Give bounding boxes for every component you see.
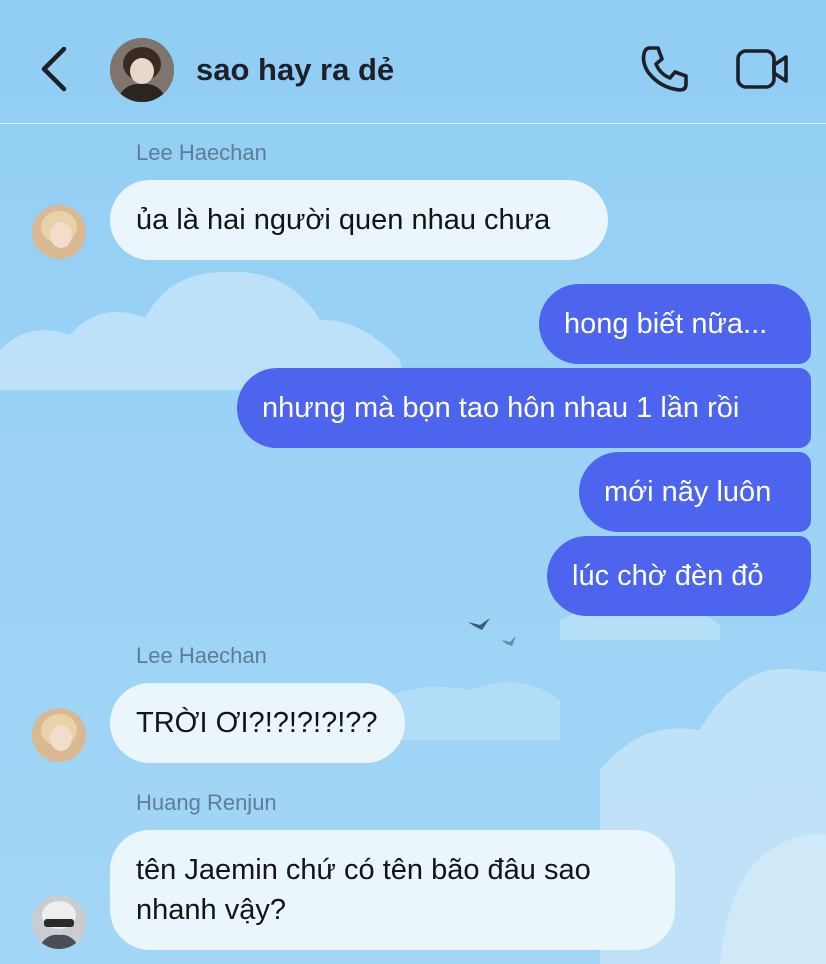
chevron-left-icon	[41, 46, 67, 92]
group-avatar[interactable]	[110, 38, 174, 102]
message-text: mới nãy luôn	[604, 476, 772, 508]
chat-title: sao hay ra dẻ	[196, 52, 395, 87]
message-bubble-outgoing[interactable]: mới nãy luôn	[579, 452, 811, 532]
avatar-lee-haechan[interactable]	[32, 205, 86, 259]
avatar-image	[32, 895, 86, 949]
avatar-image	[32, 708, 86, 762]
back-button[interactable]	[34, 42, 76, 96]
avatar-huang-renjun[interactable]	[32, 895, 86, 949]
message-text-line: nhanh vậy?	[136, 894, 286, 926]
sender-name: Huang Renjun	[136, 790, 277, 815]
message-text: nhưng mà bọn tao hôn nhau 1 lần rồi	[262, 392, 740, 424]
message-bubble-outgoing[interactable]: hong biết nữa...	[539, 284, 811, 364]
call-button[interactable]	[636, 42, 692, 98]
phone-icon	[641, 46, 688, 92]
sender-name: Lee Haechan	[136, 140, 267, 165]
message-bubble-outgoing[interactable]: lúc chờ đèn đỏ	[547, 536, 811, 616]
avatar-image	[32, 205, 86, 259]
message-list: Lee Haechan ủa là hai người quen nhau ch…	[0, 123, 826, 964]
group-avatar-image	[110, 38, 174, 102]
message-text-line: tên Jaemin chứ có tên bão đâu sao	[136, 854, 591, 886]
message-bubble-incoming[interactable]: tên Jaemin chứ có tên bão đâu sao nhanh …	[110, 830, 675, 950]
message-bubble-incoming[interactable]: ủa là hai người quen nhau chưa	[110, 180, 608, 260]
chat-header: sao hay ra dẻ	[0, 0, 826, 124]
message-text: ủa là hai người quen nhau chưa	[136, 204, 551, 236]
video-camera-icon	[736, 49, 788, 89]
message-text: hong biết nữa...	[564, 308, 768, 340]
message-text: lúc chờ đèn đỏ	[572, 560, 764, 592]
message-text: TRỜI ƠI?!?!?!?!??	[136, 707, 378, 739]
message-bubble-outgoing[interactable]: nhưng mà bọn tao hôn nhau 1 lần rồi	[237, 368, 811, 448]
message-bubble-incoming[interactable]: TRỜI ƠI?!?!?!?!??	[110, 683, 405, 763]
sender-name: Lee Haechan	[136, 643, 267, 668]
video-call-button[interactable]	[732, 44, 792, 96]
avatar-lee-haechan[interactable]	[32, 708, 86, 762]
